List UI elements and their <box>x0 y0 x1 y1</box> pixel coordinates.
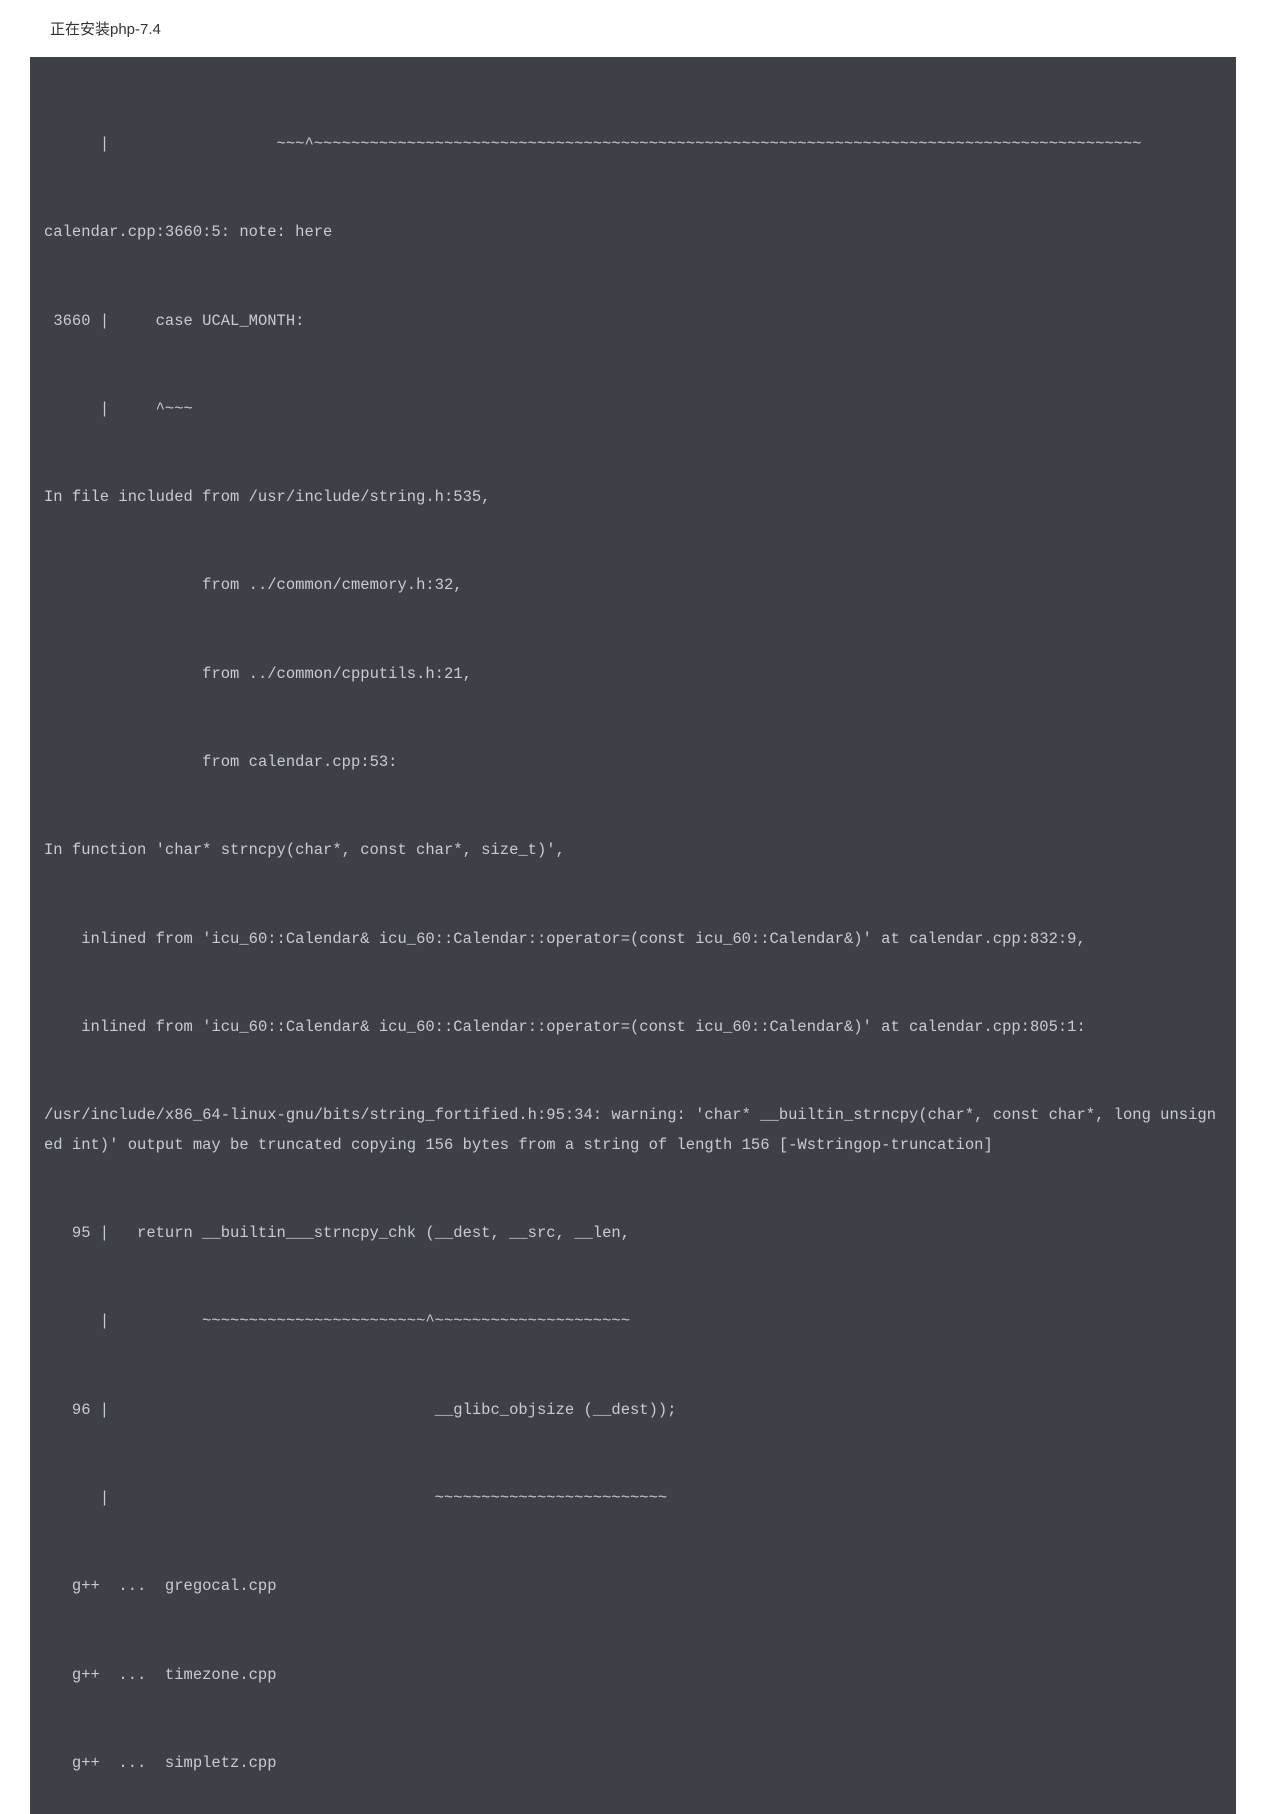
terminal-line: In file included from /usr/include/strin… <box>30 483 1236 512</box>
terminal-line: | ~~~~~~~~~~~~~~~~~~~~~~~~~ <box>30 1484 1236 1513</box>
terminal-line: 96 | __glibc_objsize (__dest)); <box>30 1396 1236 1425</box>
terminal-output: | ~~~^~~~~~~~~~~~~~~~~~~~~~~~~~~~~~~~~~~… <box>30 57 1236 1814</box>
terminal-line: g++ ... gregocal.cpp <box>30 1572 1236 1601</box>
terminal-line: g++ ... simpletz.cpp <box>30 1749 1236 1778</box>
terminal-line: from calendar.cpp:53: <box>30 748 1236 777</box>
install-header: 正在安装php-7.4 <box>0 0 1266 57</box>
terminal-line: 3660 | case UCAL_MONTH: <box>30 307 1236 336</box>
terminal-line: In function 'char* strncpy(char*, const … <box>30 836 1236 865</box>
terminal-line: inlined from 'icu_60::Calendar& icu_60::… <box>30 925 1236 954</box>
terminal-line: inlined from 'icu_60::Calendar& icu_60::… <box>30 1013 1236 1042</box>
terminal-line: calendar.cpp:3660:5: note: here <box>30 218 1236 247</box>
terminal-line: 95 | return __builtin___strncpy_chk (__d… <box>30 1219 1236 1248</box>
terminal-line: | ~~~~~~~~~~~~~~~~~~~~~~~~^~~~~~~~~~~~~~… <box>30 1307 1236 1336</box>
terminal-line: from ../common/cmemory.h:32, <box>30 571 1236 600</box>
terminal-line: g++ ... timezone.cpp <box>30 1661 1236 1690</box>
install-title: 正在安装php-7.4 <box>50 21 161 38</box>
terminal-line: | ^~~~ <box>30 395 1236 424</box>
terminal-line: | ~~~^~~~~~~~~~~~~~~~~~~~~~~~~~~~~~~~~~~… <box>30 130 1236 159</box>
terminal-line: from ../common/cpputils.h:21, <box>30 660 1236 689</box>
terminal-line: /usr/include/x86_64-linux-gnu/bits/strin… <box>30 1101 1236 1160</box>
